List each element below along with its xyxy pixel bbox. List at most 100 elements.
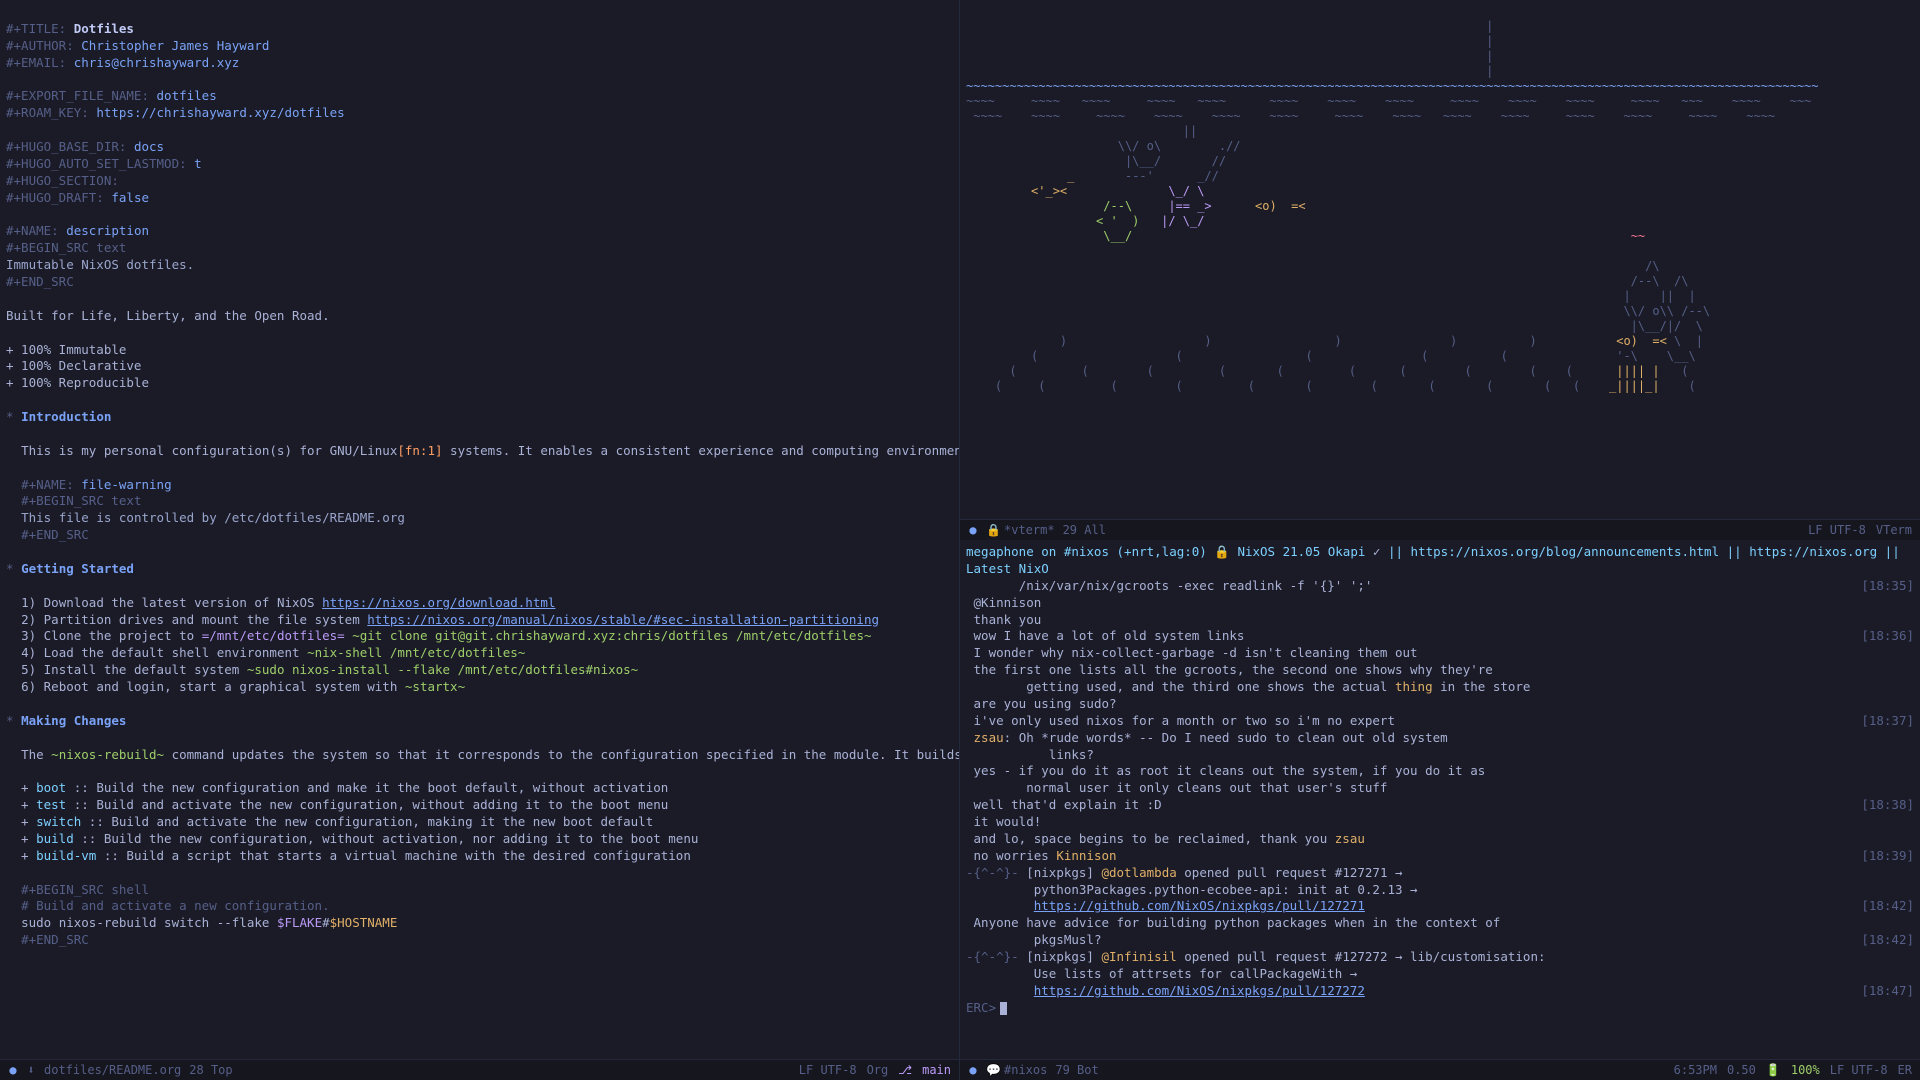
irc-message-row: zsau: Oh *rude words* -- Do I need sudo … xyxy=(966,730,1914,747)
author-keyword: #+AUTHOR: xyxy=(6,38,74,53)
hugo-section-keyword: #+HUGO_SECTION: xyxy=(6,173,119,188)
op-build-vm: build-vm xyxy=(36,848,96,863)
vterm-pane[interactable]: | | | xyxy=(960,0,1920,519)
step-5-pre: Install the default system xyxy=(44,662,247,677)
heading-star: * xyxy=(6,713,14,728)
step-2-link[interactable]: https://nixos.org/manual/nixos/stable/#s… xyxy=(367,612,879,627)
modified-icon: ● xyxy=(968,522,978,538)
clock: 6:53PM xyxy=(1674,1062,1717,1078)
desc-begin: #+BEGIN_SRC text xyxy=(6,240,126,255)
vterm-modeline: ● 🔒 *vterm* 29 All LF UTF-8 VTerm xyxy=(960,519,1920,540)
roam-keyword: #+ROAM_KEY: xyxy=(6,105,89,120)
git-branch[interactable]: main xyxy=(922,1062,951,1078)
irc-msg-text: the first one lists all the gcroots, the… xyxy=(966,662,1493,677)
vterm-buffer[interactable]: | | | xyxy=(960,0,1920,413)
mc-src-begin: #+BEGIN_SRC shell xyxy=(21,882,149,897)
irc-link[interactable]: https://github.com/NixOS/nixpkgs/pull/12… xyxy=(1034,898,1365,913)
major-mode[interactable]: Org xyxy=(867,1062,889,1078)
branch-icon: ⎇ xyxy=(898,1062,912,1078)
buffer-name[interactable]: *vterm* xyxy=(1004,522,1055,538)
roam-value: https://chrishayward.xyz/dotfiles xyxy=(96,105,344,120)
lock-icon: 🔒 xyxy=(986,522,996,538)
irc-buffer[interactable]: megaphone on #nixos (+nrt,lag:0) 🔒 NixOS… xyxy=(960,540,1920,1037)
step-4-n: 4) xyxy=(21,645,36,660)
irc-msg-text: i've only used nixos for a month or two … xyxy=(966,713,1395,728)
irc-message-row: pkgsMusl?[18:42] xyxy=(966,932,1914,949)
irc-nick: -{^-^}- xyxy=(966,949,1019,964)
step-5-cmd: ~sudo nixos-install --flake /mnt/etc/dot… xyxy=(247,662,638,677)
step-2-n: 2) xyxy=(21,612,36,627)
modified-icon: ● xyxy=(968,1062,978,1078)
irc-message-row: well that'd explain it :D[18:38] xyxy=(966,797,1914,814)
op-build: build xyxy=(36,831,74,846)
left-modeline: ● ⬇ dotfiles/README.org 28 Top LF UTF-8 … xyxy=(0,1059,959,1080)
hugo-base-value: docs xyxy=(134,139,164,154)
hugo-draft-keyword: #+HUGO_DRAFT: xyxy=(6,190,104,205)
major-mode[interactable]: VTerm xyxy=(1876,522,1912,538)
irc-topic-mid: NixOS 21.05 Okapi xyxy=(1237,544,1372,559)
op-test-desc: :: Build and activate the new configurat… xyxy=(66,797,668,812)
hugo-draft-value: false xyxy=(111,190,149,205)
irc-msg-text: yes - if you do it as root it cleans out… xyxy=(966,763,1485,778)
irc-message-row: wow I have a lot of old system links[18:… xyxy=(966,628,1914,645)
irc-message-row: i've only used nixos for a month or two … xyxy=(966,713,1914,730)
irc-pane[interactable]: megaphone on #nixos (+nrt,lag:0) 🔒 NixOS… xyxy=(960,540,1920,1059)
mc-pre: The xyxy=(21,747,51,762)
heading-intro[interactable]: Introduction xyxy=(21,409,111,424)
irc-msg-text: thank you xyxy=(966,612,1041,627)
heading-getting-started[interactable]: Getting Started xyxy=(21,561,134,576)
irc-message-row: I wonder why nix-collect-garbage -d isn'… xyxy=(966,645,1914,662)
irc-link[interactable]: https://github.com/NixOS/nixpkgs/pull/12… xyxy=(1034,983,1365,998)
buffer-position: 28 Top xyxy=(189,1062,232,1078)
step-1-pre: Download the latest version of NixOS xyxy=(44,595,322,610)
irc-msg-text: are you using sudo? xyxy=(966,696,1117,711)
step-1-n: 1) xyxy=(21,595,36,610)
mc-src-cmd: sudo nixos-rebuild switch --flake xyxy=(21,915,277,930)
heading-star: * xyxy=(6,561,14,576)
irc-msg-text: normal user it only cleans out that user… xyxy=(966,780,1387,795)
battery-icon: 🔋 xyxy=(1766,1062,1781,1078)
save-icon[interactable]: ⬇ xyxy=(26,1062,36,1078)
irc-timestamp: [18:39] xyxy=(1841,848,1914,865)
irc-msg-text xyxy=(966,898,1034,913)
hugo-lastmod-value: t xyxy=(194,156,202,171)
export-value: dotfiles xyxy=(157,88,217,103)
irc-modeline: ● 💬 #nixos 79 Bot 6:53PM 0.50 🔋100% LF U… xyxy=(960,1059,1920,1080)
step-1-link[interactable]: https://nixos.org/download.html xyxy=(322,595,555,610)
irc-msg-text: [nixpkgs] @Infinisil opened pull request… xyxy=(1019,949,1546,964)
op-boot-desc: :: Build the new configuration and make … xyxy=(66,780,668,795)
irc-msg-text: links? xyxy=(966,747,1094,762)
heading-star: * xyxy=(6,409,14,424)
irc-message-row: @Kinnison xyxy=(966,595,1914,612)
irc-message-row: the first one lists all the gcroots, the… xyxy=(966,662,1914,679)
op-switch-desc: :: Build and activate the new configurat… xyxy=(81,814,653,829)
irc-ts: [18:35] xyxy=(1841,578,1914,595)
irc-prompt: ERC> xyxy=(966,1000,996,1015)
irc-message-row: -{^-^}- [nixpkgs] @dotlambda opened pull… xyxy=(966,865,1914,882)
warn-body: This file is controlled by /etc/dotfiles… xyxy=(21,510,405,525)
mc-flake-var: $FLAKE xyxy=(277,915,322,930)
irc-msg-text: python3Packages.python-ecobee-api: init … xyxy=(966,882,1418,897)
tagline: Built for Life, Liberty, and the Open Ro… xyxy=(6,308,330,323)
irc-timestamp: [18:42] xyxy=(1841,932,1914,949)
step-3-cmd: ~git clone git@git.chrishayward.xyz:chri… xyxy=(345,628,872,643)
email-value: chris@chrishayward.xyz xyxy=(74,55,240,70)
irc-message-row: normal user it only cleans out that user… xyxy=(966,780,1914,797)
irc-message-row: are you using sudo? xyxy=(966,696,1914,713)
irc-nick: -{^-^}- xyxy=(966,865,1019,880)
irc-msg-text: it would! xyxy=(966,814,1041,829)
intro-para-pre: This is my personal configuration(s) for… xyxy=(21,443,397,458)
heading-making-changes[interactable]: Making Changes xyxy=(21,713,126,728)
irc-input-cursor[interactable] xyxy=(1000,1002,1007,1015)
mc-src-end: #+END_SRC xyxy=(21,932,89,947)
irc-msg-text: wow I have a lot of old system links xyxy=(966,628,1244,643)
topic-cmd: /nix/var/nix/gcroots -exec readlink -f '… xyxy=(1019,578,1373,593)
buffer-file-name[interactable]: dotfiles/README.org xyxy=(44,1062,181,1078)
major-mode[interactable]: ER xyxy=(1898,1062,1912,1078)
footnote-1[interactable]: [fn:1] xyxy=(397,443,442,458)
org-buffer[interactable]: #+TITLE: Dotfiles #+AUTHOR: Christopher … xyxy=(0,0,959,1059)
author-value: Christopher James Hayward xyxy=(81,38,269,53)
irc-msg-text: and lo, space begins to be reclaimed, th… xyxy=(966,831,1365,846)
buffer-name[interactable]: #nixos xyxy=(1004,1062,1047,1078)
bullet-2: + 100% Reproducible xyxy=(6,375,149,390)
